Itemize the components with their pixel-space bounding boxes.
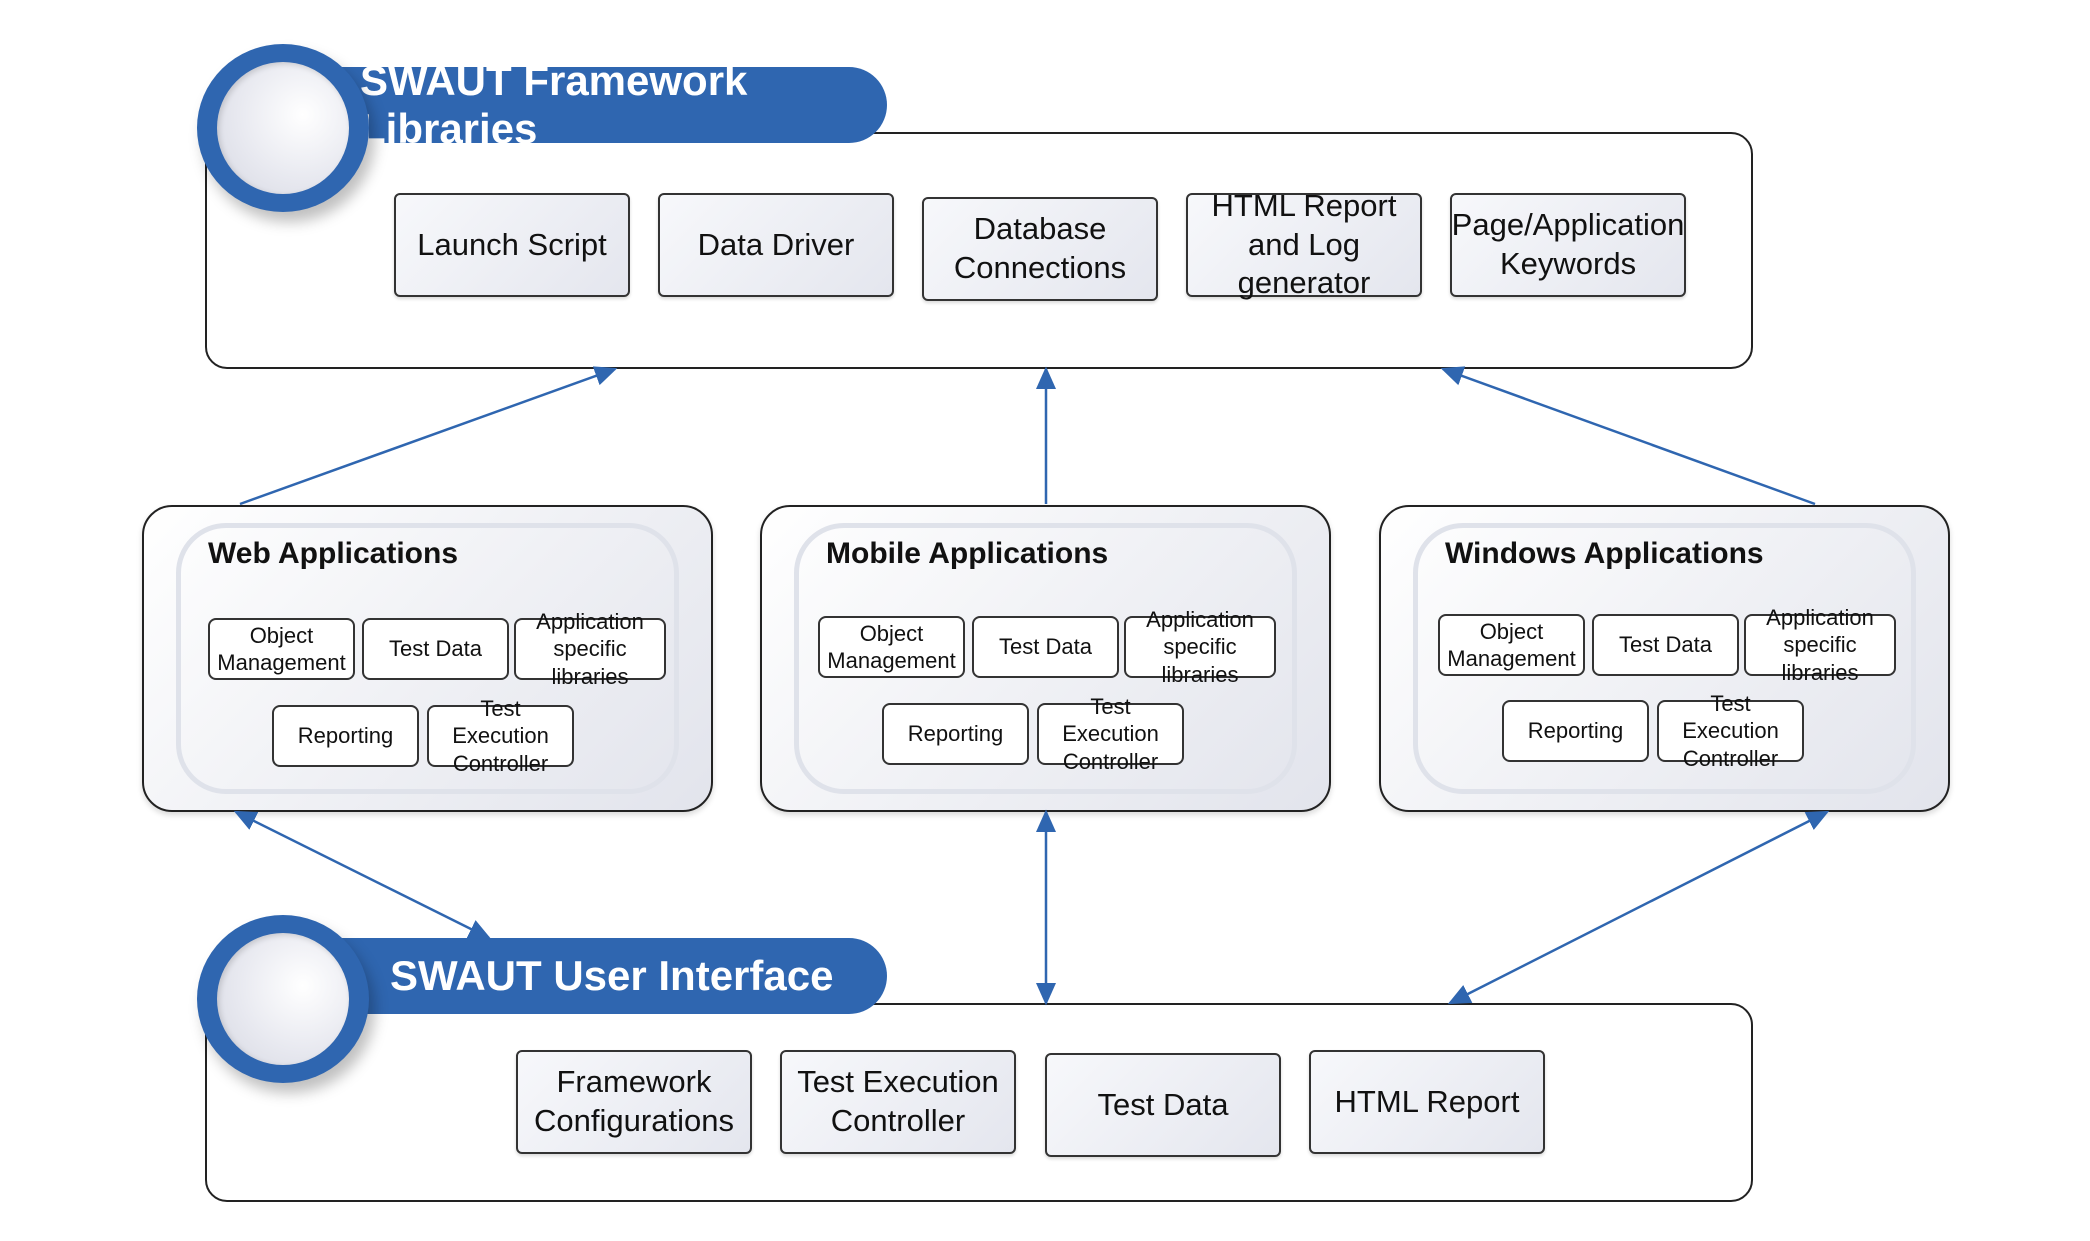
- windows-applications-box: Windows Applications Object Management T…: [1379, 505, 1950, 812]
- web-reporting: Reporting: [272, 705, 419, 767]
- windows-reporting: Reporting: [1502, 700, 1649, 762]
- web-test-data: Test Data: [362, 618, 509, 680]
- web-application-specific-libraries: Application specific libraries: [514, 609, 666, 689]
- windows-application-specific-libraries: Application specific libraries: [1744, 605, 1896, 685]
- windows-applications-title: Windows Applications: [1445, 537, 1764, 570]
- arrow-windows-to-libraries: [1440, 366, 1816, 506]
- lib-html-report-log-generator: HTML Report and Log generator: [1186, 188, 1422, 300]
- lib-data-driver: Data Driver: [658, 193, 894, 297]
- lib-database-connections: Database Connections: [922, 197, 1158, 301]
- mobile-test-data: Test Data: [972, 616, 1119, 678]
- user-interface-badge-icon: [197, 915, 369, 1083]
- mobile-applications-box: Mobile Applications Object Management Te…: [760, 505, 1331, 812]
- ui-test-data: Test Data: [1045, 1053, 1281, 1157]
- web-applications-box: Web Applications Object Management Test …: [142, 505, 713, 812]
- web-object-management: Object Management: [208, 618, 355, 680]
- user-interface-title: SWAUT User Interface: [390, 952, 834, 999]
- ui-test-execution-controller: Test Execution Controller: [780, 1050, 1016, 1154]
- ui-html-report: HTML Report: [1309, 1050, 1545, 1154]
- framework-libraries-header: SWAUT Framework Libraries: [285, 57, 887, 152]
- web-applications-title: Web Applications: [208, 537, 459, 570]
- mobile-object-management: Object Management: [818, 616, 965, 678]
- mobile-application-specific-libraries: Application specific libraries: [1124, 607, 1276, 687]
- mobile-test-execution-controller: Test Execution Controller: [1037, 694, 1184, 774]
- windows-object-management: Object Management: [1438, 614, 1585, 676]
- user-interface-header: SWAUT User Interface: [285, 938, 887, 1014]
- framework-libraries-title: SWAUT Framework Libraries: [360, 57, 748, 152]
- lib-page-application-keywords: Page/Application Keywords: [1450, 193, 1686, 297]
- framework-libraries-badge-icon: [197, 44, 369, 212]
- lib-launch-script: Launch Script: [394, 193, 630, 297]
- mobile-reporting: Reporting: [882, 703, 1029, 765]
- windows-test-execution-controller: Test Execution Controller: [1657, 691, 1804, 771]
- windows-test-data: Test Data: [1592, 614, 1739, 676]
- web-test-execution-controller: Test Execution Controller: [427, 696, 574, 776]
- arrow-web-to-libraries: [239, 366, 618, 506]
- mobile-applications-title: Mobile Applications: [826, 537, 1109, 570]
- ui-framework-configurations: Framework Configurations: [516, 1050, 752, 1154]
- arrow-windows-ui: [1447, 810, 1830, 1005]
